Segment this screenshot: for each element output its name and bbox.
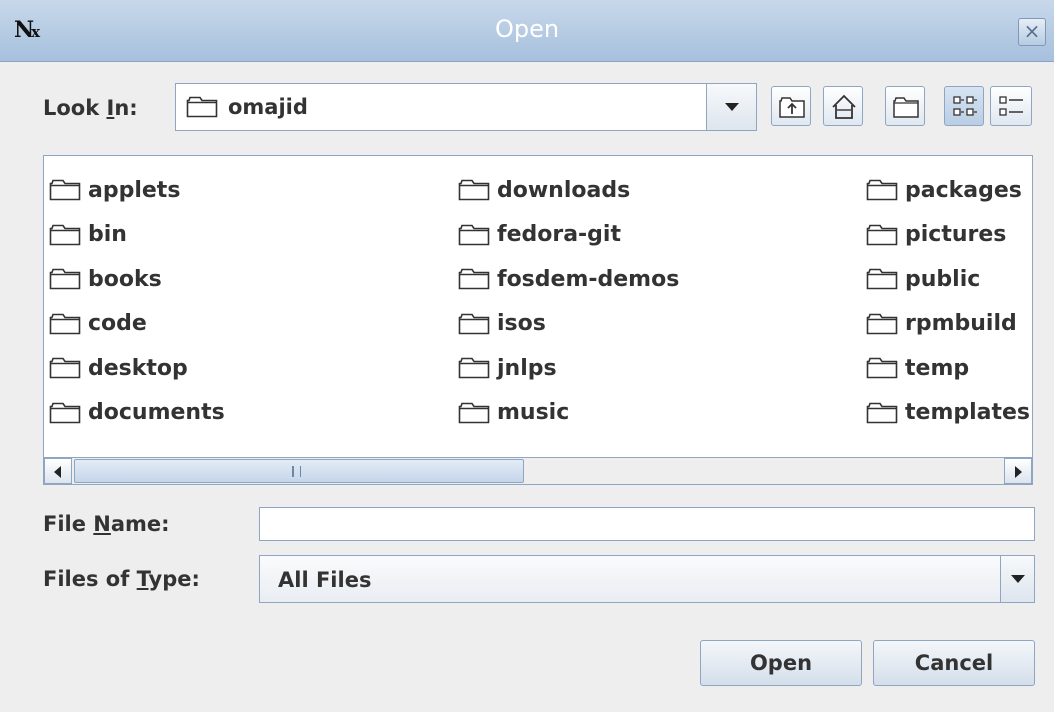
file-name-text: jnlps xyxy=(497,355,557,381)
folder-icon xyxy=(458,179,490,201)
folder-icon xyxy=(49,402,81,424)
look-in-dropdown-arrow[interactable] xyxy=(706,84,756,130)
file-name-text: fosdem-demos xyxy=(497,266,680,292)
look-in-combo[interactable]: omajid xyxy=(175,83,757,131)
scroll-thumb[interactable] xyxy=(74,459,524,483)
file-name-text: public xyxy=(905,266,981,292)
look-in-value: omajid xyxy=(228,95,308,119)
new-folder-button[interactable] xyxy=(885,86,925,126)
details-view-icon xyxy=(999,96,1023,116)
folder-icon xyxy=(49,313,81,335)
file-name-text: temp xyxy=(905,355,970,381)
up-one-level-button[interactable] xyxy=(771,86,811,126)
folder-icon xyxy=(49,179,81,201)
file-column-1: applets bin books code desktop documents xyxy=(44,168,225,435)
folder-icon xyxy=(49,224,81,246)
file-name-text: templates xyxy=(905,400,1031,426)
file-name-text: isos xyxy=(497,311,546,337)
list-item[interactable]: temp xyxy=(861,346,1030,391)
file-name-label: File Name: xyxy=(43,512,170,536)
file-name-input[interactable] xyxy=(259,507,1035,541)
list-item[interactable]: applets xyxy=(44,168,225,213)
file-type-value: All Files xyxy=(278,568,372,592)
folder-icon xyxy=(458,268,490,290)
cancel-button[interactable]: Cancel xyxy=(873,640,1035,686)
file-name-text: pictures xyxy=(905,222,1007,248)
folder-icon xyxy=(866,179,898,201)
file-column-2: downloads fedora-git fosdem-demos isos jnlps… xyxy=(453,168,679,435)
folder-icon xyxy=(866,224,898,246)
details-view-button[interactable] xyxy=(990,86,1032,126)
file-name-text: fedora-git xyxy=(497,222,621,248)
list-item[interactable]: packages xyxy=(861,168,1030,213)
list-item[interactable]: bin xyxy=(44,213,225,258)
file-type-label: Files of Type: xyxy=(43,567,200,591)
file-name-text: music xyxy=(497,400,570,426)
file-name-text: code xyxy=(88,311,147,337)
list-item[interactable]: fosdem-demos xyxy=(453,257,679,302)
list-item[interactable]: downloads xyxy=(453,168,679,213)
list-item[interactable]: music xyxy=(453,391,679,436)
list-item[interactable]: code xyxy=(44,302,225,347)
folder-icon xyxy=(186,96,218,118)
look-in-label: Look In: xyxy=(43,96,138,120)
list-item[interactable]: fedora-git xyxy=(453,213,679,258)
folder-icon xyxy=(458,224,490,246)
home-button[interactable] xyxy=(823,86,863,126)
list-item[interactable]: jnlps xyxy=(453,346,679,391)
file-name-text: applets xyxy=(88,177,181,203)
file-column-3: packages pictures public rpmbuild temp templa… xyxy=(861,168,1030,435)
home-icon xyxy=(832,94,856,119)
folder-icon xyxy=(49,268,81,290)
list-item[interactable]: desktop xyxy=(44,346,225,391)
folder-icon xyxy=(866,402,898,424)
up-folder-icon xyxy=(779,97,805,118)
new-folder-icon xyxy=(893,97,919,118)
title-bar[interactable]: Nx Open × xyxy=(0,0,1054,62)
list-item[interactable]: documents xyxy=(44,391,225,436)
list-view-button[interactable] xyxy=(944,86,984,126)
list-item[interactable]: templates xyxy=(861,391,1030,436)
folder-icon xyxy=(458,357,490,379)
list-item[interactable]: pictures xyxy=(861,213,1030,258)
open-button[interactable]: Open xyxy=(700,640,862,686)
folder-icon xyxy=(866,313,898,335)
file-name-text: documents xyxy=(88,400,225,426)
file-name-text: downloads xyxy=(497,177,631,203)
file-name-text: bin xyxy=(88,222,127,248)
folder-icon xyxy=(866,357,898,379)
file-name-text: desktop xyxy=(88,355,188,381)
scroll-right-button[interactable] xyxy=(1004,458,1032,484)
list-item[interactable]: rpmbuild xyxy=(861,302,1030,347)
file-list[interactable]: applets bin books code desktop documents down… xyxy=(43,155,1033,485)
folder-icon xyxy=(866,268,898,290)
folder-icon xyxy=(458,313,490,335)
close-button[interactable]: × xyxy=(1018,18,1046,46)
list-item[interactable]: books xyxy=(44,257,225,302)
window-title: Open xyxy=(494,15,560,43)
scroll-left-button[interactable] xyxy=(44,458,72,484)
horizontal-scrollbar[interactable] xyxy=(44,457,1032,484)
file-name-text: books xyxy=(88,266,162,292)
list-view-icon xyxy=(953,96,977,116)
list-item[interactable]: public xyxy=(861,257,1030,302)
file-type-combo[interactable]: All Files xyxy=(259,555,1035,603)
file-name-text: rpmbuild xyxy=(905,311,1017,337)
list-item[interactable]: isos xyxy=(453,302,679,347)
folder-icon xyxy=(49,357,81,379)
file-name-text: packages xyxy=(905,177,1022,203)
file-type-dropdown-arrow[interactable] xyxy=(1000,556,1034,602)
folder-icon xyxy=(458,402,490,424)
